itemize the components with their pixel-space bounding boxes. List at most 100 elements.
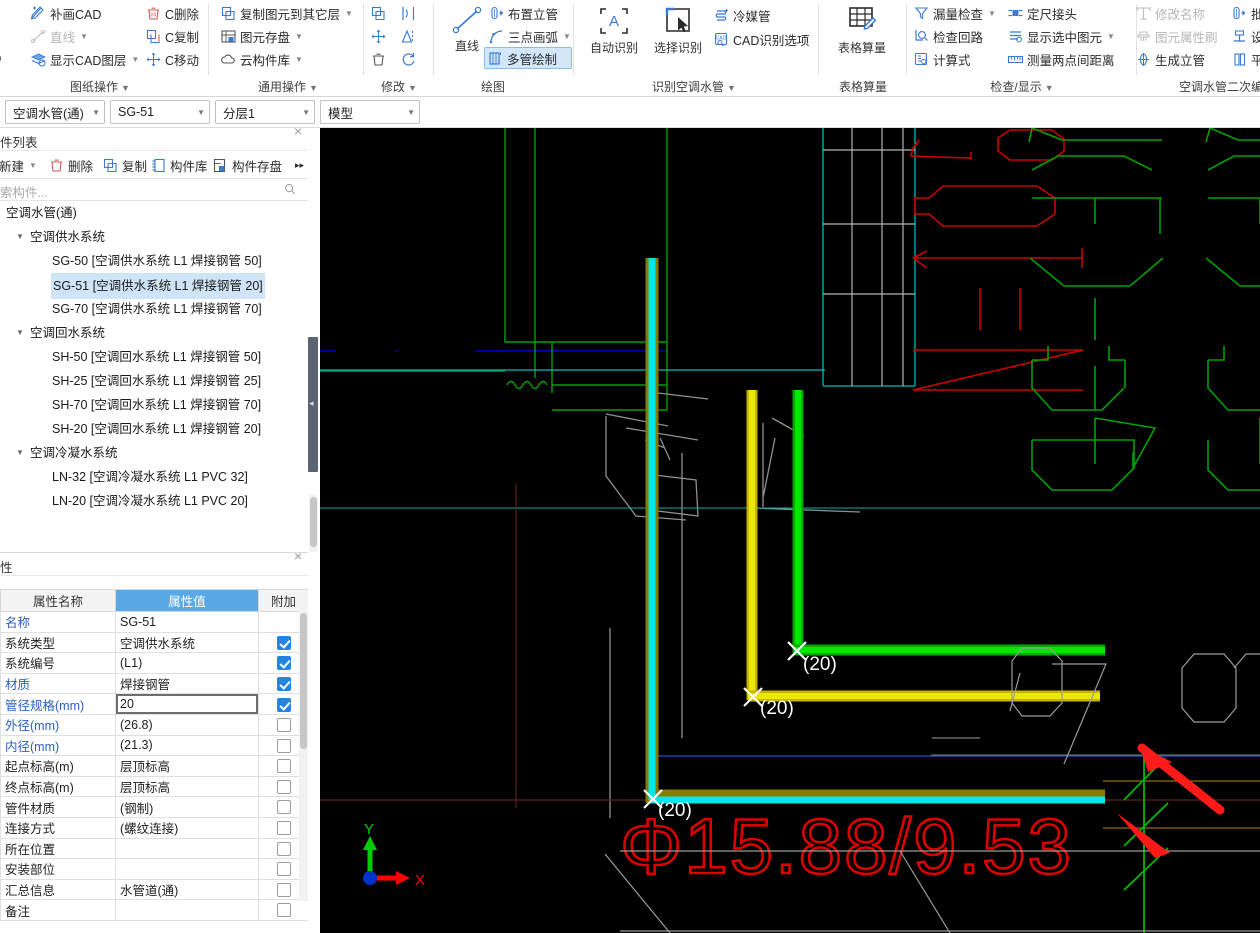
properties-scrollbar[interactable] [299, 611, 308, 901]
checkbox[interactable] [276, 841, 291, 856]
table-row[interactable]: 所在位置 [0, 837, 308, 860]
ribbon-button-show-selected-element[interactable]: 显示选中图元 ▼ [1005, 25, 1117, 47]
tree-node[interactable]: LN-32 [空调冷凝水系统 L1 PVC 32] [0, 465, 308, 489]
tree-node[interactable]: ▼空调水管(通) [0, 201, 308, 225]
table-row[interactable]: 汇总信息 水管道(通) [0, 878, 308, 901]
ribbon-button-mirror[interactable] [398, 25, 419, 47]
property-value[interactable] [115, 858, 259, 880]
ribbon-button-refrigerant-pipe[interactable]: 冷媒管 [711, 4, 773, 26]
component-library-button[interactable]: 构件库 [150, 155, 208, 175]
property-value[interactable]: (26.8) [115, 713, 259, 736]
ribbon-button-rename[interactable]: 修改名称 [1133, 2, 1207, 24]
property-value[interactable] [115, 837, 259, 860]
property-value[interactable]: (L1) [115, 652, 259, 674]
ribbon-button-place-riser[interactable]: 布置立管 [486, 2, 560, 24]
ribbon-button-c-copy[interactable]: C复制 [143, 25, 201, 47]
close-icon[interactable]: × [294, 548, 302, 564]
ribbon-button-modify-copy[interactable] [368, 2, 389, 24]
ribbon-button-rotate[interactable] [398, 48, 419, 70]
ribbon-button-line[interactable]: 直线 ▼ [28, 25, 90, 47]
ribbon-button-table-calculation[interactable]: 表格算量 [831, 4, 893, 56]
tree-node[interactable]: SG-70 [空调供水系统 L1 焊接钢管 70] [0, 297, 308, 321]
panel-splitter[interactable] [308, 337, 318, 472]
ribbon-button-leak-check[interactable]: 漏量检查 ▼ [911, 2, 998, 24]
ribbon-button-batch[interactable]: 批量 [1229, 2, 1260, 24]
ribbon-button-cloud-library[interactable]: 云构件库 ▼ [218, 48, 305, 70]
tree-node[interactable]: SH-50 [空调回水系统 L1 焊接钢管 50] [0, 345, 308, 369]
ribbon-button-device[interactable]: 设备 [1229, 25, 1260, 47]
checkbox[interactable] [276, 738, 291, 753]
property-value[interactable]: 层顶标高 [115, 755, 259, 777]
chevron-down-icon[interactable]: ▼ [16, 441, 24, 465]
property-value[interactable]: 焊接钢管 [115, 672, 259, 695]
property-value[interactable] [115, 899, 259, 921]
checkbox[interactable] [276, 800, 291, 815]
ribbon-button-swap[interactable]: 换 [0, 2, 3, 24]
close-icon[interactable]: × [294, 123, 302, 139]
ribbon-button-multi-pipe-draw[interactable]: 多管绘制 [484, 47, 572, 69]
component-name-combo[interactable]: SG-51 ▼ [110, 100, 210, 124]
ribbon-button-save-element[interactable]: 图元存盘 ▼ [218, 25, 305, 47]
checkbox[interactable] [276, 718, 291, 733]
table-row[interactable]: 系统类型 空调供水系统 [0, 631, 308, 654]
checkbox[interactable] [276, 821, 291, 836]
search-input[interactable]: 索构件... [0, 182, 48, 201]
component-tree-scrollbar[interactable] [309, 495, 318, 552]
checkbox[interactable] [276, 656, 291, 671]
checkbox[interactable] [276, 862, 291, 877]
table-row[interactable]: 安装部位 [0, 858, 308, 880]
save-component-button[interactable]: 构件存盘 [212, 155, 282, 175]
table-row[interactable]: 系统编号 (L1) [0, 652, 308, 674]
tree-node[interactable]: SH-20 [空调回水系统 L1 焊接钢管 20] [0, 417, 308, 441]
ribbon-button-auto-recognize[interactable]: A 自动识别 [583, 4, 645, 56]
ribbon-button-draw-cad[interactable]: 补画CAD [28, 2, 103, 24]
ribbon-button-c-move[interactable]: C移动 [143, 48, 201, 70]
ribbon-button-fixed-joint[interactable]: 定尺接头 [1005, 2, 1079, 24]
property-value[interactable]: (螺纹连接) [115, 816, 259, 839]
checkbox[interactable] [276, 697, 291, 712]
ribbon-button-circuit-check[interactable]: 检查回路 [911, 25, 985, 47]
ribbon-button-cad-recognize-options[interactable]: CAD CAD识别选项 [711, 28, 811, 50]
layer-combo[interactable]: 分层1 ▼ [215, 100, 315, 124]
checkbox[interactable] [276, 882, 291, 897]
table-row[interactable]: 备注 [0, 899, 308, 921]
chevron-down-icon[interactable]: ▼ [16, 225, 24, 249]
ribbon-button-show-cad-layer[interactable]: 显示CAD图层 ▼ [28, 48, 141, 70]
chevron-down-icon[interactable]: ▼ [16, 321, 24, 345]
tree-node[interactable]: ▼ 空调回水系统 [0, 321, 308, 345]
tree-node[interactable]: LN-20 [空调冷凝水系统 L1 PVC 20] [0, 489, 308, 513]
checkbox[interactable] [276, 759, 291, 774]
ribbon-button-align[interactable]: 平齐 [1229, 48, 1260, 70]
table-row[interactable]: 终点标高(m) 层顶标高 [0, 775, 308, 798]
ribbon-button-extend[interactable] [398, 2, 419, 24]
table-row[interactable]: 外径(mm) (26.8) [0, 713, 308, 736]
property-extra[interactable] [258, 899, 308, 921]
ribbon-button-modify-move[interactable] [368, 25, 389, 47]
ribbon-button-property-brush[interactable]: 图元属性刷 [1133, 25, 1220, 47]
table-row[interactable]: 内径(mm) (21.3) [0, 734, 308, 757]
checkbox[interactable] [276, 676, 291, 691]
table-row[interactable]: 起点标高(m) 层顶标高 [0, 755, 308, 777]
tree-node[interactable]: ▼ 空调冷凝水系统 [0, 441, 308, 465]
ribbon-button-modify-delete[interactable] [368, 48, 389, 70]
property-value[interactable]: 层顶标高 [115, 775, 259, 798]
table-row[interactable]: 名称 SG-51 [0, 611, 308, 633]
ribbon-button-cad[interactable]: AD [0, 48, 3, 70]
ribbon-button-c-delete[interactable]: C删除 [143, 2, 201, 24]
copy-component-button[interactable]: 复制 [102, 155, 147, 175]
property-value[interactable]: SG-51 [115, 611, 259, 633]
ribbon-button-generate-riser[interactable]: 生成立管 [1133, 48, 1207, 70]
delete-component-button[interactable]: 删除 [48, 155, 93, 175]
ribbon-button-three-point-arc[interactable]: 三点画弧 ▼ [486, 25, 573, 47]
cad-canvas[interactable]: (20) (20) (20) Φ15.88/9.53 Y X [320, 128, 1260, 933]
ribbon-button-copy-to-layer[interactable]: 复制图元到其它层 ▼ [218, 2, 355, 24]
checkbox[interactable] [276, 779, 291, 794]
table-row[interactable]: 材质 焊接钢管 [0, 672, 308, 695]
ribbon-button-measure-distance[interactable]: 测量两点间距离 [1005, 48, 1117, 70]
tree-node[interactable]: SH-70 [空调回水系统 L1 焊接钢管 70] [0, 393, 308, 417]
property-value[interactable]: 水管道(通) [115, 878, 259, 901]
tree-node[interactable]: SH-25 [空调回水系统 L1 焊接钢管 25] [0, 369, 308, 393]
table-row[interactable]: 连接方式 (螺纹连接) [0, 816, 308, 839]
property-value-editing[interactable]: 20 [115, 693, 259, 715]
ribbon-button-select-recognize[interactable]: 选择识别 [647, 4, 709, 56]
